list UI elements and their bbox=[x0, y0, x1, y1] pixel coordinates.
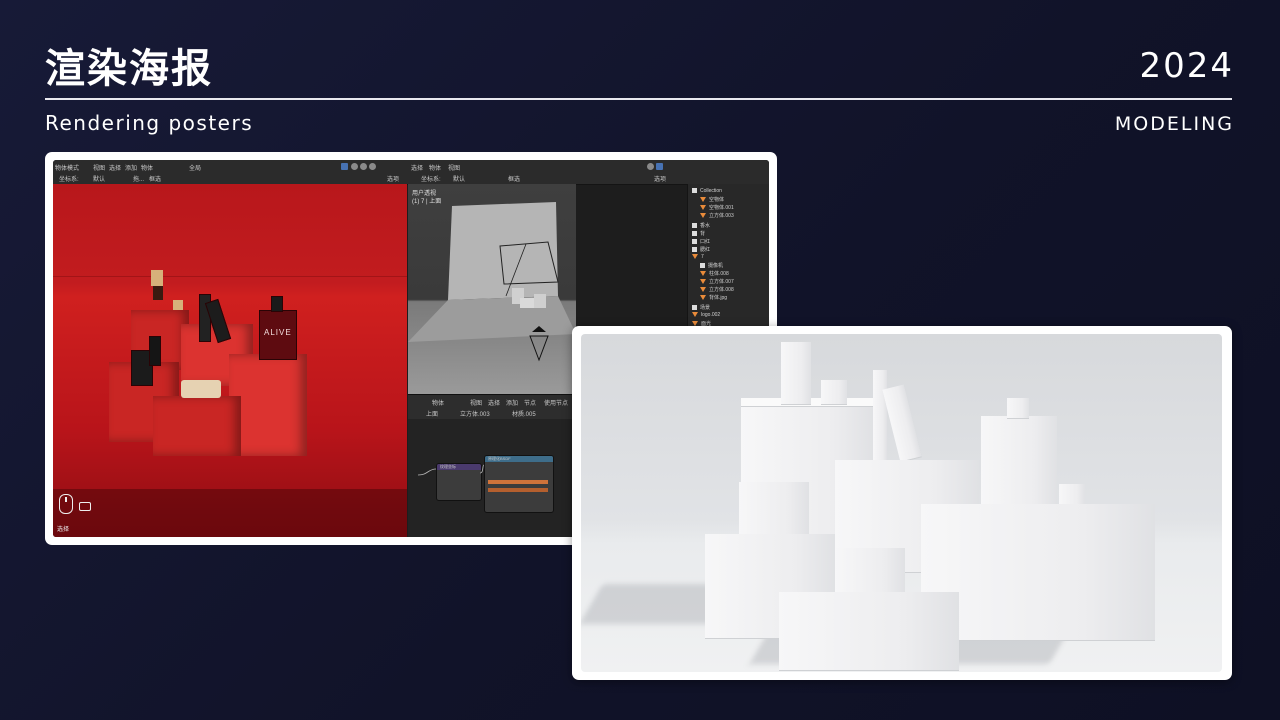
outliner-item[interactable]: 腮红 bbox=[692, 246, 710, 253]
backdrop-plane bbox=[448, 202, 558, 300]
outliner-item[interactable]: 立方体.003 bbox=[700, 212, 734, 219]
viewport-status-strip bbox=[53, 489, 407, 537]
outliner-item[interactable]: 背 bbox=[692, 230, 705, 237]
outliner-item[interactable]: 立方体.008 bbox=[700, 286, 734, 293]
scene-wireframe bbox=[408, 202, 576, 362]
modeling-viewport[interactable]: 用户透视 (1) 7 | 上面 bbox=[408, 184, 576, 394]
outliner-item[interactable]: 背体.jpg bbox=[700, 294, 727, 301]
outliner-panel[interactable]: Collection 空物体 空物体.001 立方体.003 香水 背 口红 腮… bbox=[687, 184, 769, 344]
page-title: 渲染海报 bbox=[45, 46, 213, 92]
outliner-item[interactable]: 口红 bbox=[692, 238, 710, 245]
collection-icon bbox=[692, 188, 697, 194]
perfume-bottle: ALIVE bbox=[259, 310, 297, 360]
collection-icon bbox=[692, 223, 697, 229]
dark-cube bbox=[153, 286, 163, 300]
white-perfume-cap bbox=[1007, 398, 1029, 418]
blender-header: 物体模式 视图 选择 添加 物体 全局 坐标系: 默认 拖... 框选 选项 选… bbox=[53, 160, 769, 185]
outliner-item[interactable]: 空物体 bbox=[700, 196, 724, 203]
clay-render-card bbox=[572, 326, 1232, 680]
gold-cube-small bbox=[173, 300, 183, 310]
camera-frustum bbox=[529, 335, 549, 362]
camera-icon bbox=[700, 263, 705, 269]
shading-material-icon[interactable] bbox=[360, 163, 367, 170]
year-label: 2024 bbox=[1139, 46, 1234, 86]
right-coord-label: 坐标系: bbox=[421, 177, 441, 183]
right-shading-solid-icon[interactable] bbox=[647, 163, 654, 170]
object-icon bbox=[692, 254, 698, 260]
shading-solid-icon[interactable] bbox=[351, 163, 358, 170]
right-menu-object[interactable]: 物体 bbox=[429, 163, 441, 172]
right-coord-default[interactable]: 默认 bbox=[453, 174, 465, 183]
collection-icon bbox=[692, 305, 697, 311]
jar bbox=[181, 380, 221, 398]
wall-floor-edge bbox=[53, 276, 407, 277]
keyboard-icon bbox=[79, 502, 91, 511]
shading-render-icon[interactable] bbox=[369, 163, 376, 170]
perfume-cap bbox=[271, 296, 283, 312]
proxy-box-c bbox=[534, 294, 546, 308]
white-lipstick bbox=[873, 370, 887, 464]
mouse-icon bbox=[59, 494, 73, 514]
right-shading-material-icon[interactable] bbox=[656, 163, 663, 170]
drag-menu[interactable]: 拖... bbox=[133, 174, 144, 183]
collection-icon bbox=[692, 231, 697, 237]
white-tall-bottle bbox=[781, 342, 811, 404]
outliner-item[interactable]: 7 bbox=[692, 254, 704, 260]
right-menu-select[interactable]: 选择 bbox=[411, 163, 423, 172]
white-jar bbox=[835, 548, 905, 596]
render-viewport[interactable]: ALIVE 选择 bbox=[53, 184, 407, 537]
object-icon bbox=[700, 197, 706, 203]
object-icon bbox=[700, 295, 706, 301]
white-lipstick-tilted bbox=[882, 384, 922, 462]
mode-menu[interactable]: 物体模式 bbox=[55, 163, 79, 172]
object-icon bbox=[700, 287, 706, 293]
box-select[interactable]: 框选 bbox=[149, 174, 161, 183]
small-bottle-cap bbox=[149, 336, 161, 366]
transform-global[interactable]: 全局 bbox=[189, 163, 201, 172]
outliner-item[interactable]: 立方体.007 bbox=[700, 278, 734, 285]
bottle-label: ALIVE bbox=[264, 328, 292, 337]
shading-wire-icon[interactable] bbox=[341, 163, 348, 170]
left-options[interactable]: 选项 bbox=[387, 174, 399, 183]
menu-object[interactable]: 物体 bbox=[141, 163, 153, 172]
object-icon bbox=[700, 279, 706, 285]
white-tiny-cube bbox=[1059, 484, 1085, 504]
coord-default[interactable]: 默认 bbox=[93, 174, 105, 183]
divider-rule bbox=[45, 98, 1232, 100]
white-bottle-left bbox=[739, 482, 809, 534]
outliner-item[interactable]: logo.002 bbox=[692, 312, 720, 318]
coord-system-label: 坐标系: bbox=[59, 177, 79, 183]
category-tag: MODELING bbox=[1114, 113, 1234, 135]
clay-render-image bbox=[581, 334, 1222, 672]
collection-icon bbox=[692, 247, 697, 253]
object-icon bbox=[700, 271, 706, 277]
gold-cube-top bbox=[151, 270, 163, 286]
right-options[interactable]: 选项 bbox=[654, 174, 666, 183]
status-select-label: 选择 bbox=[57, 526, 70, 533]
right-menu-view[interactable]: 视图 bbox=[448, 163, 460, 172]
white-perfume-bottle bbox=[981, 416, 1057, 506]
outliner-item[interactable]: 柱体.008 bbox=[700, 270, 729, 277]
menu-select[interactable]: 选择 bbox=[109, 163, 121, 172]
collection-icon bbox=[692, 239, 697, 245]
proxy-box-b bbox=[520, 298, 536, 308]
white-small-cube bbox=[821, 380, 847, 404]
red-box-front bbox=[153, 396, 241, 456]
right-box-select[interactable]: 框选 bbox=[508, 174, 520, 183]
outliner-item[interactable]: 摄像机 bbox=[700, 262, 723, 269]
floor-plane bbox=[408, 296, 576, 342]
menu-add[interactable]: 添加 bbox=[125, 163, 137, 172]
outliner-item[interactable]: 空物体.001 bbox=[700, 204, 734, 211]
white-box-front bbox=[779, 592, 959, 670]
outliner-item[interactable]: 香水 bbox=[692, 222, 710, 229]
outliner-item[interactable]: Collection bbox=[692, 188, 722, 194]
node-links bbox=[417, 464, 485, 476]
outliner-item[interactable]: 场景 bbox=[692, 304, 710, 311]
menu-view[interactable]: 视图 bbox=[93, 163, 105, 172]
page-subtitle: Rendering posters bbox=[45, 111, 254, 135]
node-editor[interactable]: 物体 视图 选择 添加 节点 使用节点 上面 立方体.003 材质.005 纹理… bbox=[408, 394, 576, 537]
object-icon bbox=[692, 312, 698, 318]
object-icon bbox=[700, 213, 706, 219]
object-icon bbox=[700, 205, 706, 211]
